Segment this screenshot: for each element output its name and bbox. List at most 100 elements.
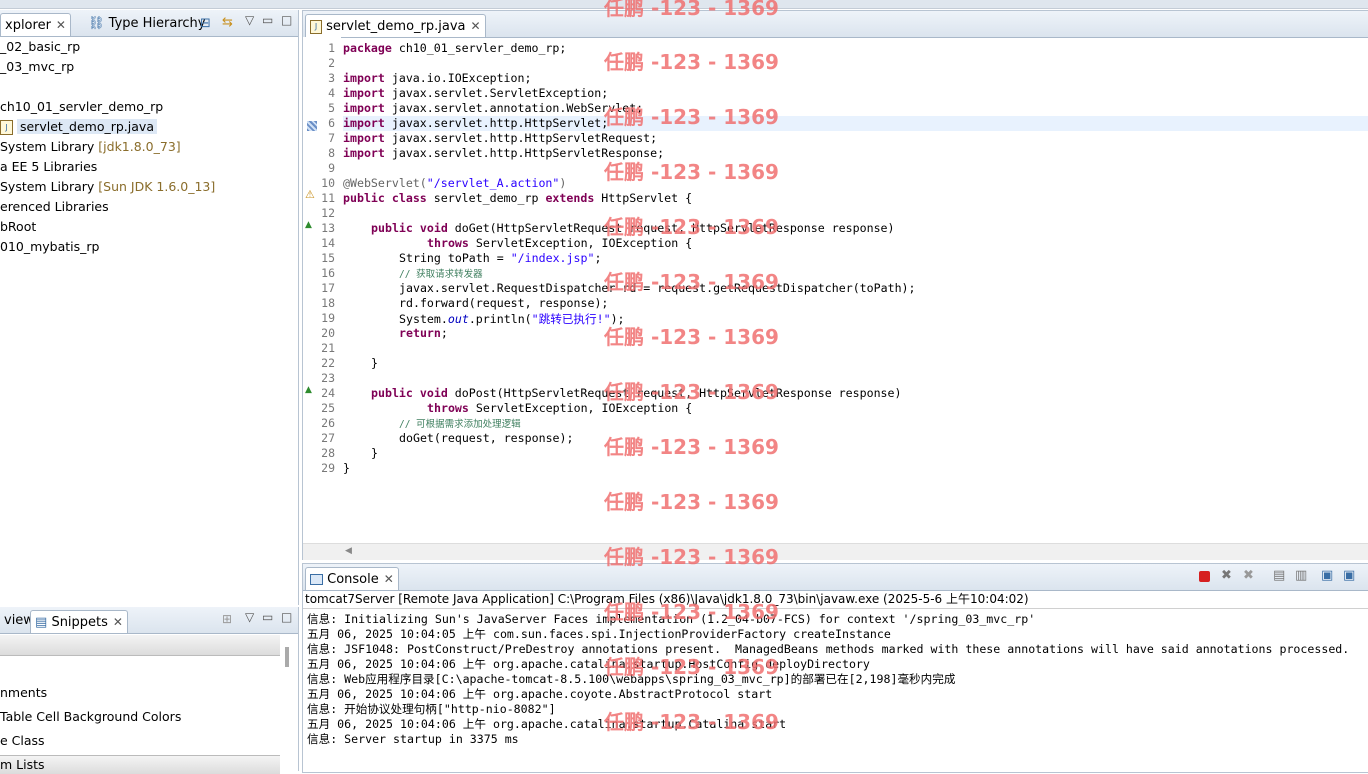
close-icon[interactable]: ✕ (56, 18, 66, 32)
code-line: @WebServlet("/servlet_A.action") (343, 176, 566, 190)
scroll-lock-icon[interactable]: ▥ (1295, 568, 1307, 583)
snippet-drawer-label: m Lists (0, 757, 45, 772)
code-token: class (391, 191, 427, 205)
code-token: } (343, 461, 350, 475)
snippet-item[interactable]: nments (0, 683, 47, 703)
tree-label: _02_basic_rp (0, 39, 81, 54)
tree-label-detail: [jdk1.8.0_73] (98, 139, 181, 154)
tab-package-explorer[interactable]: xplorer ✕ (0, 13, 71, 36)
tab-console[interactable]: Console ✕ (305, 567, 399, 590)
console-tabbar: Console ✕ ✖ ✖ ▤ ▥ ▣ ▣ (303, 564, 1368, 591)
view-menu-icon[interactable]: ▽ (245, 610, 254, 624)
close-icon[interactable]: ✕ (384, 572, 394, 586)
tree-item-selected-file[interactable]: J servlet_demo_rp.java (0, 117, 157, 137)
code-token: import (343, 86, 385, 100)
code-token: // 可根据需求添加处理逻辑 (399, 419, 521, 430)
code-token: } (371, 356, 378, 370)
code-token: javax.servlet.http.HttpServletRequest; (384, 131, 658, 145)
code-token: "/servlet_A.action" (426, 176, 560, 190)
code-token: ); (610, 312, 625, 326)
tree-item[interactable]: 010_mybatis_rp (0, 237, 100, 257)
code-token: "跳转已执行!" (531, 312, 611, 326)
code-line: } (371, 356, 378, 370)
code-token: extends (545, 191, 595, 205)
tree-item[interactable]: erenced Libraries (0, 197, 109, 217)
code-token: servlet_demo_rp (426, 191, 546, 205)
horizontal-scrollbar[interactable]: ◀ (303, 543, 1368, 560)
code-line: import javax.servlet.http.HttpServlet; (343, 116, 608, 130)
snippet-drawer[interactable]: m Lists (0, 755, 280, 774)
tab-type-hierarchy[interactable]: ⛓ Type Hierarchy (84, 13, 209, 35)
link-editor-icon[interactable]: ⇆ (222, 15, 233, 30)
console-view: Console ✕ ✖ ✖ ▤ ▥ ▣ ▣ tomcat7Server [Remo… (302, 563, 1368, 773)
code-line: throws ServletException, IOException { (427, 236, 692, 250)
console-line: 五月 06, 2025 10:04:06 上午 org.apache.catal… (307, 657, 870, 671)
tab-snippets[interactable]: ▤ Snippets ✕ (30, 610, 128, 633)
code-line: } (343, 461, 350, 475)
remove-launch-icon[interactable]: ✖ (1221, 568, 1232, 583)
code-line: // 获取请求转发器 (399, 266, 483, 280)
code-line: rd.forward(request, response); (399, 296, 608, 310)
main-toolbar (0, 0, 1368, 9)
code-token: throws (427, 401, 469, 415)
console-line: 信息: Server startup in 3375 ms (307, 732, 519, 746)
snippet-item[interactable]: e Class (0, 731, 45, 751)
code-token: out (447, 312, 469, 326)
snippet-item[interactable]: Table Cell Background Colors (0, 707, 181, 727)
code-token: ; (594, 251, 602, 265)
code-token: .println( (468, 312, 532, 326)
code-token: void (419, 221, 448, 235)
maximize-icon[interactable]: □ (281, 610, 292, 624)
collapse-all-icon[interactable]: ⊟ (200, 16, 211, 31)
snippets-panel: view ▤ Snippets ✕ ⊞ ▽ ▭ □ nments Table Ce… (0, 607, 299, 774)
console-line: 五月 06, 2025 10:04:06 上午 org.apache.coyot… (307, 687, 773, 701)
code-token: import (343, 116, 385, 130)
code-token: java.io.IOException; (384, 71, 532, 85)
explorer-tabbar: xplorer ✕ ⛓ Type Hierarchy ⊟ ⇆ ▽ ▭ □ (0, 10, 298, 37)
snippet-drawer-header[interactable] (0, 635, 280, 656)
clear-console-icon[interactable]: ▤ (1273, 568, 1285, 583)
code-area[interactable]: package ch10_01_servler_demo_rp; import j… (303, 37, 1368, 543)
snippets-icon: ▤ (35, 615, 48, 630)
code-token: ch10_01_servler_demo_rp; (391, 41, 567, 55)
code-line: throws ServletException, IOException { (427, 401, 692, 415)
code-token: @WebServlet( (343, 176, 427, 190)
tree-item[interactable]: ch10_01_servler_demo_rp (0, 97, 163, 117)
code-token: ; (440, 326, 448, 340)
tab-servlet-demo-java[interactable]: J servlet_demo_rp.java ✕ (305, 14, 486, 37)
code-token: String toPath = (399, 251, 511, 265)
close-icon[interactable]: ✕ (113, 615, 123, 629)
remove-all-icon[interactable]: ✖ (1243, 568, 1254, 583)
tree-item[interactable]: _03_mvc_rp (0, 57, 74, 77)
tree-label: servlet_demo_rp.java (16, 119, 157, 134)
tree-label: a EE 5 Libraries (0, 159, 98, 174)
pin-console-icon[interactable]: ▣ (1321, 568, 1333, 583)
scrollbar-thumb[interactable] (285, 647, 289, 667)
console-output[interactable]: 信息: Initializing Sun's JavaServer Faces … (303, 609, 1368, 769)
tree-item[interactable]: System Library [jdk1.8.0_73] (0, 137, 181, 157)
code-token: javax.servlet.http.HttpServlet; (384, 116, 609, 130)
view-menu-icon[interactable]: ▽ (245, 13, 254, 27)
customize-icon[interactable]: ⊞ (222, 612, 232, 626)
code-token: ServletException, IOException { (468, 401, 693, 415)
console-line: 五月 06, 2025 10:04:06 上午 org.apache.catal… (307, 717, 787, 731)
close-icon[interactable]: ✕ (471, 19, 481, 33)
display-console-icon[interactable]: ▣ (1343, 568, 1355, 583)
minimize-icon[interactable]: ▭ (262, 13, 273, 27)
tree-item[interactable]: _02_basic_rp (0, 37, 80, 57)
terminate-icon[interactable] (1199, 571, 1210, 582)
console-line: 信息: 开始协议处理句柄["http-nio-8082"] (307, 702, 556, 716)
scroll-left-icon[interactable]: ◀ (345, 546, 352, 556)
code-line: import javax.servlet.annotation.WebServl… (343, 101, 643, 115)
code-token: "/index.jsp" (510, 251, 595, 265)
java-file-icon: J (0, 120, 13, 135)
tree-item[interactable]: bRoot (0, 217, 36, 237)
tree-item[interactable]: System Library [Sun JDK 1.6.0_13] (0, 177, 215, 197)
tab-label: Type Hierarchy (108, 16, 206, 31)
minimize-icon[interactable]: ▭ (262, 610, 273, 624)
tree-item[interactable]: a EE 5 Libraries (0, 157, 97, 177)
maximize-icon[interactable]: □ (281, 13, 292, 27)
code-line: import java.io.IOException; (343, 71, 531, 85)
tree-label: bRoot (0, 219, 37, 234)
code-line: import javax.servlet.ServletException; (343, 86, 608, 100)
